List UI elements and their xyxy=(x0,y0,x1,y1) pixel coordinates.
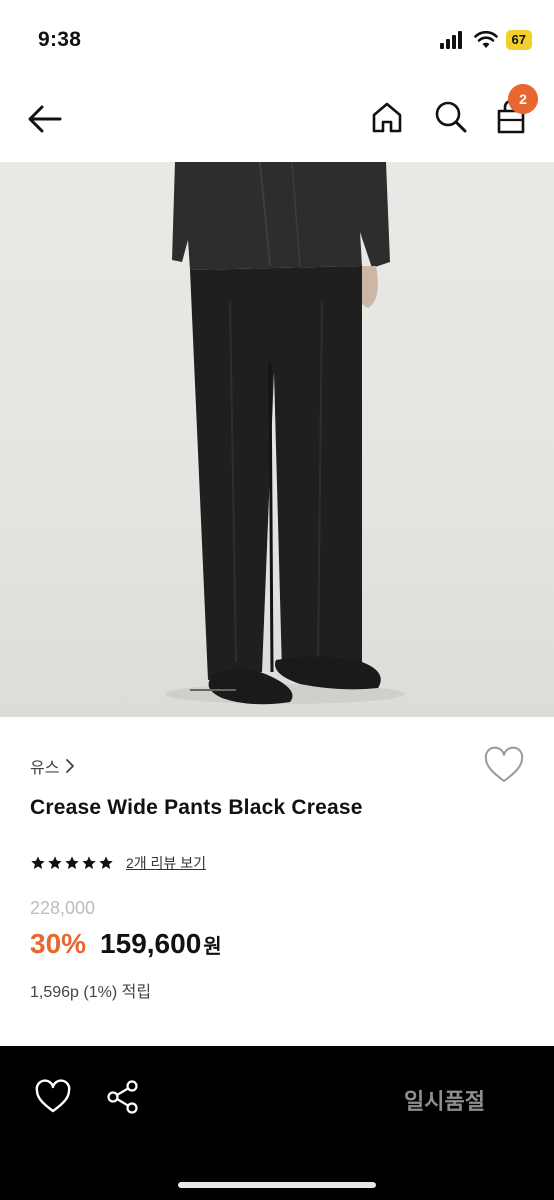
sale-price: 159,600 xyxy=(100,928,202,959)
back-arrow-icon[interactable] xyxy=(26,100,64,138)
brand-link[interactable]: 유스 xyxy=(30,754,75,778)
rating-row: 2개 리뷰 보기 xyxy=(30,853,206,873)
currency-unit: 원 xyxy=(203,936,222,958)
star-icon xyxy=(82,856,96,869)
status-icons: 67 xyxy=(439,30,532,50)
star-icon xyxy=(65,856,79,869)
wishlist-heart-icon[interactable] xyxy=(484,746,524,786)
review-link[interactable]: 2개 리뷰 보기 xyxy=(126,853,206,873)
product-title: Crease Wide Pants Black Crease xyxy=(30,796,363,819)
bottom-action-bar: 일시품절 xyxy=(0,1046,554,1200)
search-icon[interactable] xyxy=(432,98,470,136)
star-icon xyxy=(31,856,45,869)
battery-icon: 67 xyxy=(505,30,532,50)
product-photo-illustration xyxy=(165,162,405,705)
home-indicator[interactable] xyxy=(178,1182,376,1188)
discount-rate: 30% xyxy=(30,928,87,959)
price-row: 30% 159,600 원 xyxy=(30,928,222,960)
product-image[interactable] xyxy=(0,162,554,717)
star-icon xyxy=(99,856,113,869)
chevron-right-icon xyxy=(66,759,75,773)
star-icon xyxy=(48,856,62,869)
heart-icon[interactable] xyxy=(34,1078,72,1116)
original-price: 228,000 xyxy=(30,898,96,918)
brand-name: 유스 xyxy=(30,760,60,777)
sold-out-button[interactable]: 일시품절 xyxy=(404,1084,485,1116)
status-time: 9:38 xyxy=(38,28,82,51)
share-icon[interactable] xyxy=(104,1078,142,1116)
status-bar: 9:38 67 xyxy=(0,0,554,78)
cellular-signal-icon xyxy=(439,31,462,49)
cart-count-badge: 2 xyxy=(508,84,538,114)
nav-header xyxy=(0,80,554,160)
reward-points: 1,596p (1%) 적립 xyxy=(30,984,152,1001)
home-icon[interactable] xyxy=(368,98,406,136)
wifi-icon xyxy=(473,31,498,48)
rating-stars xyxy=(30,855,114,871)
